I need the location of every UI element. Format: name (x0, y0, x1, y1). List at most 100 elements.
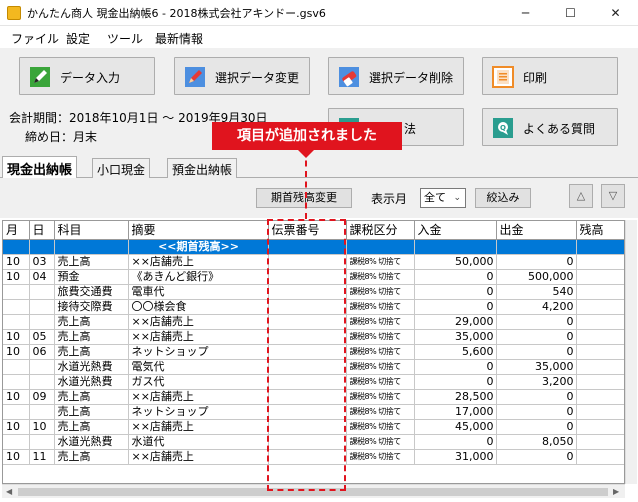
cell-month: 10 (3, 449, 30, 465)
cell-withdrawal: 500,000 (496, 269, 577, 285)
cell-day: 04 (29, 269, 55, 285)
cell-month: 10 (3, 389, 30, 405)
cell-withdrawal: 3,200 (496, 374, 577, 390)
data-input-button[interactable]: データ入力 (19, 57, 155, 95)
cell-day (29, 239, 55, 255)
faq-button[interactable]: Q よくある質問 (482, 108, 618, 146)
month-select[interactable]: 全て ⌄ (420, 188, 466, 208)
cell-month: 10 (3, 254, 30, 270)
move-up-button[interactable]: △ (569, 184, 593, 208)
cell-deposit: 5,600 (414, 344, 497, 360)
cell-month: 10 (3, 419, 30, 435)
cell-deposit: 0 (414, 299, 497, 315)
narrow-down-button[interactable]: 絞込み (475, 188, 531, 208)
cell-tax-category: 課税8% 切捨て (346, 269, 415, 285)
cell-deposit: 28,500 (414, 389, 497, 405)
cell-deposit (414, 239, 497, 255)
faq-label: よくある質問 (523, 122, 596, 136)
cell-balance (576, 419, 624, 435)
close-button[interactable]: ✕ (593, 0, 638, 26)
cell-balance: 1,05 (576, 254, 624, 270)
cell-description: 〇〇様会食 (128, 299, 269, 315)
cell-day (29, 404, 55, 420)
callout-pointer-line (305, 150, 307, 219)
cell-month: 10 (3, 329, 30, 345)
scroll-left-icon[interactable]: ◀ (6, 487, 12, 496)
cell-balance: 68 (576, 449, 624, 465)
cell-day: 10 (29, 419, 55, 435)
cell-tax-category: 課税8% 切捨て (346, 254, 415, 270)
cell-account: 水道光熱費 (54, 374, 129, 390)
column-header-deposit[interactable]: 入金 (414, 221, 497, 240)
cell-withdrawal: 35,000 (496, 359, 577, 375)
cell-month (3, 374, 30, 390)
cell-account: 売上高 (54, 344, 129, 360)
column-header-description[interactable]: 摘要 (128, 221, 269, 240)
cell-deposit: 0 (414, 434, 497, 450)
cell-day (29, 314, 55, 330)
cell-account (54, 239, 129, 255)
column-header-withdrawal[interactable]: 出金 (496, 221, 577, 240)
menu-settings[interactable]: 設定 (66, 30, 90, 47)
cell-account: 預金 (54, 269, 129, 285)
scroll-right-icon[interactable]: ▶ (613, 487, 619, 496)
callout-pointer-arrow (298, 150, 314, 158)
window-title: かんたん商人 現金出納帳6 - 2018株式会社アキンドー.gsv6 (27, 7, 326, 20)
cell-tax-category: 課税8% 切捨て (346, 434, 415, 450)
cell-account: 売上高 (54, 254, 129, 270)
maximize-button[interactable]: ☐ (548, 0, 593, 26)
menu-tools[interactable]: ツール (107, 30, 143, 47)
print-label: 印刷 (523, 71, 548, 85)
cell-account: 水道光熱費 (54, 434, 129, 450)
month-select-value: 全て (424, 191, 446, 204)
cell-balance: 62 (576, 404, 624, 420)
cell-withdrawal: 0 (496, 389, 577, 405)
svg-text:Q: Q (500, 124, 506, 132)
chevron-down-icon: ⌄ (453, 193, 461, 203)
cell-balance (576, 389, 624, 405)
vertical-scrollbar[interactable] (625, 220, 637, 484)
cell-month (3, 404, 30, 420)
cell-withdrawal: 540 (496, 284, 577, 300)
data-input-label: データ入力 (60, 71, 121, 85)
cell-day (29, 284, 55, 300)
slip-number-column-highlight (267, 219, 346, 491)
print-button[interactable]: 印刷 (482, 57, 618, 95)
cell-balance: 1,00 (576, 239, 624, 255)
cell-withdrawal (496, 239, 577, 255)
menu-file[interactable]: ファイル (11, 30, 59, 47)
cell-description: ××店舗売上 (128, 254, 269, 270)
tab-deposit-book[interactable]: 預金出納帳 (167, 158, 238, 178)
cell-withdrawal: 0 (496, 344, 577, 360)
cell-balance: 65 (576, 434, 624, 450)
cell-month (3, 239, 30, 255)
pencil-icon (185, 67, 205, 87)
cell-withdrawal: 0 (496, 314, 577, 330)
cell-month (3, 314, 30, 330)
edit-selected-data-button[interactable]: 選択データ変更 (174, 57, 310, 95)
column-header-tax-category[interactable]: 課税区分 (346, 221, 415, 240)
eraser-icon (339, 67, 359, 87)
column-header-balance[interactable]: 残高 (576, 221, 624, 240)
cell-balance (576, 269, 624, 285)
cell-balance (576, 299, 624, 315)
move-down-button[interactable]: ▽ (601, 184, 625, 208)
minimize-button[interactable]: ─ (503, 0, 548, 26)
settings-label: 法 (404, 122, 417, 136)
cell-day: 06 (29, 344, 55, 360)
column-header-month[interactable]: 月 (3, 221, 30, 240)
cell-tax-category: 課税8% 切捨て (346, 344, 415, 360)
tab-petty-cash[interactable]: 小口現金 (92, 158, 151, 178)
column-header-day[interactable]: 日 (29, 221, 55, 240)
cell-description: 《あきんど銀行》 (128, 269, 269, 285)
menu-latest-info[interactable]: 最新情報 (155, 30, 203, 47)
cell-account: 水道光熱費 (54, 359, 129, 375)
cell-tax-category: 課税8% 切捨て (346, 314, 415, 330)
column-header-account[interactable]: 科目 (54, 221, 129, 240)
cell-balance: 57 (576, 374, 624, 390)
cell-month (3, 299, 30, 315)
delete-selected-data-button[interactable]: 選択データ削除 (328, 57, 464, 95)
edit-selected-data-label: 選択データ変更 (215, 71, 300, 85)
opening-balance-button[interactable]: 期首残高変更 (256, 188, 352, 208)
tab-cash-book[interactable]: 現金出納帳 (2, 156, 78, 179)
